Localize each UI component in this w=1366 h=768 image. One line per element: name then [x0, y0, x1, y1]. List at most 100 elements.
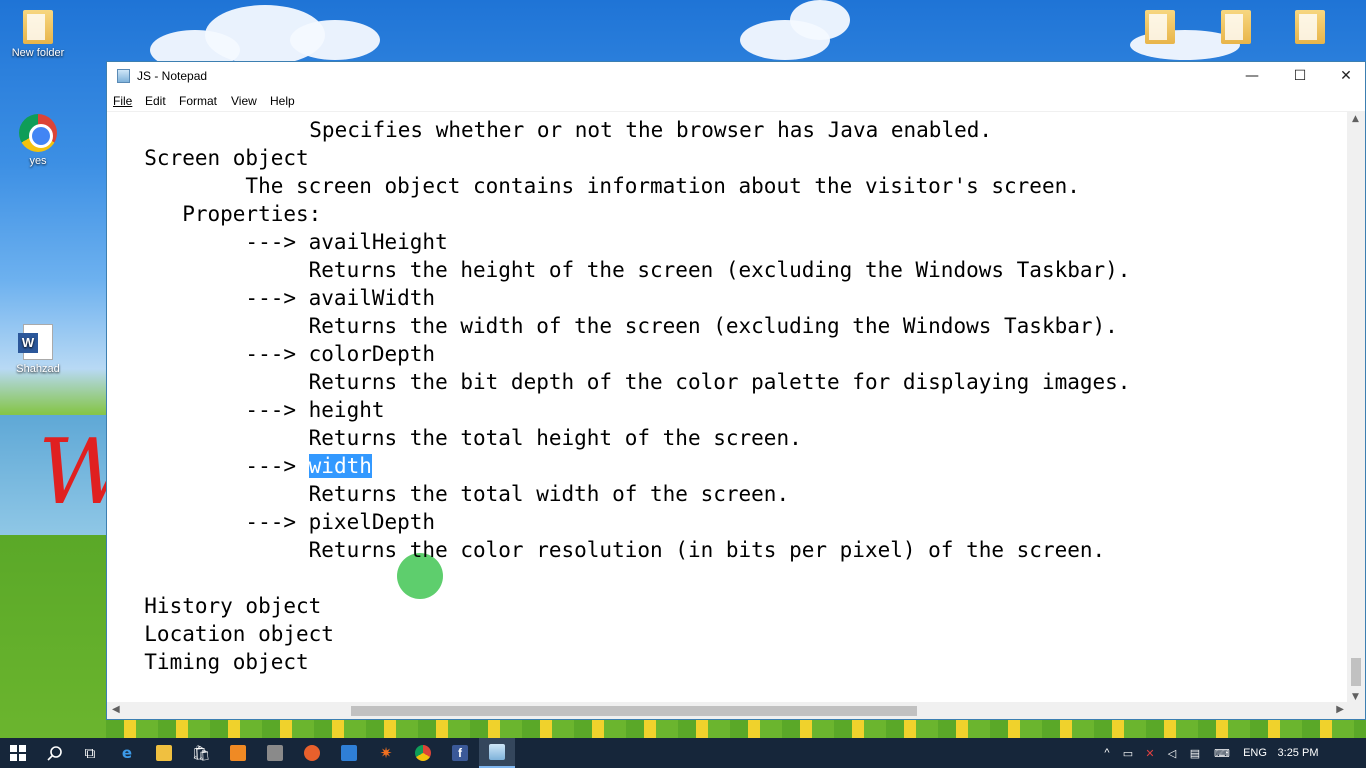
editor-line: Returns the height of the screen (exclud…	[119, 258, 1131, 282]
task-view-button[interactable]: ⧉	[72, 738, 108, 768]
window-title: JS - Notepad	[137, 69, 208, 83]
taskbar-app[interactable]	[257, 738, 293, 768]
store-icon: 🛍	[191, 744, 211, 762]
folder-icon	[1295, 10, 1325, 44]
taskbar-firefox[interactable]	[294, 738, 330, 768]
file-explorer-icon	[156, 745, 172, 761]
editor-line: Returns the total height of the screen.	[119, 426, 802, 450]
taskbar-edge[interactable]: e	[109, 738, 145, 768]
media-player-icon	[230, 745, 246, 761]
taskbar-facebook[interactable]: f	[442, 738, 478, 768]
flower-field	[106, 720, 1366, 738]
search-button[interactable]	[37, 738, 73, 768]
editor-line: The screen object contains information a…	[119, 174, 1080, 198]
menu-file[interactable]: File	[113, 94, 132, 108]
editor-line: History object	[119, 594, 322, 618]
editor-line: ---> height	[119, 398, 385, 422]
desktop-icon-label: yes	[29, 155, 47, 167]
chrome-icon	[415, 745, 431, 761]
film-icon	[267, 745, 283, 761]
menu-bar: File Edit Format View Help	[107, 90, 1365, 112]
minimize-button[interactable]: —	[1229, 62, 1275, 90]
editor-line: ---> availWidth	[119, 286, 436, 310]
desktop-icon-folder[interactable]	[1272, 10, 1348, 47]
menu-view[interactable]: View	[231, 94, 257, 108]
folder-icon	[1221, 10, 1251, 44]
volume-icon[interactable]: ◁	[1161, 747, 1183, 760]
language-indicator[interactable]: ENG	[1237, 747, 1273, 759]
cloud	[790, 0, 850, 40]
system-tray: ^ ▭ ✕ ◁ ▤ ⌨ ENG 3:25 PM	[1097, 738, 1323, 768]
facebook-icon: f	[452, 745, 468, 761]
desktop-icon-word-document[interactable]: Shahzad	[0, 324, 76, 375]
editor-line: Returns the color resolution (in bits pe…	[119, 538, 1106, 562]
taskbar-store[interactable]: 🛍	[183, 738, 219, 768]
firefox-icon	[304, 745, 320, 761]
editor-line: ---> width	[119, 452, 372, 480]
start-button[interactable]	[0, 738, 36, 768]
battery-icon[interactable]: ▭	[1117, 747, 1139, 760]
title-bar[interactable]: JS - Notepad — ☐ ✕	[107, 62, 1365, 90]
cloud	[290, 20, 380, 60]
chrome-icon	[19, 114, 57, 152]
scroll-up-arrow-icon[interactable]: ▲	[1352, 114, 1359, 124]
scroll-right-arrow-icon[interactable]: ▶	[1336, 704, 1344, 715]
vertical-scroll-thumb[interactable]	[1351, 658, 1361, 686]
selected-text[interactable]: width	[308, 454, 372, 478]
scrollbar-corner	[1347, 702, 1365, 719]
text-editor[interactable]: Specifies whether or not the browser has…	[107, 112, 1349, 704]
editor-line: Specifies whether or not the browser has…	[107, 118, 993, 142]
desktop-icon-folder[interactable]	[1122, 10, 1198, 47]
chevron-up-icon[interactable]: ^	[1097, 747, 1117, 759]
notepad-icon	[117, 69, 130, 83]
desktop-icon-label: Shahzad	[16, 363, 60, 375]
horizontal-scroll-thumb[interactable]	[351, 706, 917, 716]
menu-help[interactable]: Help	[270, 94, 295, 108]
taskbar-notepad[interactable]	[479, 738, 515, 768]
editor-line: Timing object	[119, 650, 309, 674]
taskbar: ⧉ e 🛍 ✷ f ^ ▭ ✕ ◁ ▤ ⌨ ENG 3:25 PM	[0, 738, 1366, 768]
taskbar-app[interactable]: ✷	[368, 738, 404, 768]
scroll-down-arrow-icon[interactable]: ▼	[1352, 692, 1359, 702]
scroll-left-arrow-icon[interactable]: ◀	[112, 704, 120, 715]
taskbar-app[interactable]	[331, 738, 367, 768]
maximize-button[interactable]: ☐	[1277, 62, 1323, 90]
taskbar-media-player[interactable]	[220, 738, 256, 768]
task-view-icon: ⧉	[84, 744, 96, 762]
editor-line: Returns the bit depth of the color palet…	[119, 370, 1131, 394]
taskbar-file-explorer[interactable]	[146, 738, 182, 768]
editor-line: Screen object	[119, 146, 309, 170]
notepad-window: JS - Notepad — ☐ ✕ File Edit Format View…	[106, 61, 1366, 720]
desktop-icon-folder[interactable]	[1198, 10, 1274, 47]
editor-line: ---> availHeight	[119, 230, 448, 254]
search-icon	[47, 746, 62, 761]
menu-edit[interactable]: Edit	[145, 94, 166, 108]
action-center-icon[interactable]: ▤	[1183, 747, 1207, 760]
editor-line-prefix: --->	[119, 454, 309, 478]
desktop-icon-new-folder[interactable]: New folder	[0, 10, 76, 59]
word-document-icon	[18, 324, 53, 360]
window-app-icon	[341, 745, 357, 761]
folder-icon	[23, 10, 53, 44]
menu-label: File	[113, 94, 133, 108]
network-icon[interactable]: ✕	[1139, 747, 1161, 760]
windows-logo-icon	[10, 745, 26, 761]
desktop-icon-chrome[interactable]: yes	[0, 114, 76, 167]
desktop-icon-label: New folder	[11, 47, 65, 59]
editor-line: Properties:	[119, 202, 322, 226]
editor-line: ---> pixelDepth	[119, 510, 436, 534]
menu-format[interactable]: Format	[179, 94, 217, 108]
menu-label: Format	[179, 94, 218, 108]
menu-label: Help	[270, 94, 295, 108]
menu-label: View	[231, 94, 257, 108]
taskbar-chrome[interactable]	[405, 738, 441, 768]
close-button[interactable]: ✕	[1323, 62, 1366, 90]
editor-line: Location object	[119, 622, 334, 646]
horizontal-scrollbar[interactable]: ◀ ▶	[107, 702, 1349, 719]
editor-line: Returns the width of the screen (excludi…	[119, 314, 1118, 338]
vertical-scrollbar[interactable]: ▲ ▼	[1347, 112, 1365, 704]
clock[interactable]: 3:25 PM	[1273, 747, 1323, 759]
keyboard-icon[interactable]: ⌨	[1207, 747, 1237, 760]
edge-icon: e	[121, 744, 133, 762]
folder-icon	[1145, 10, 1175, 44]
